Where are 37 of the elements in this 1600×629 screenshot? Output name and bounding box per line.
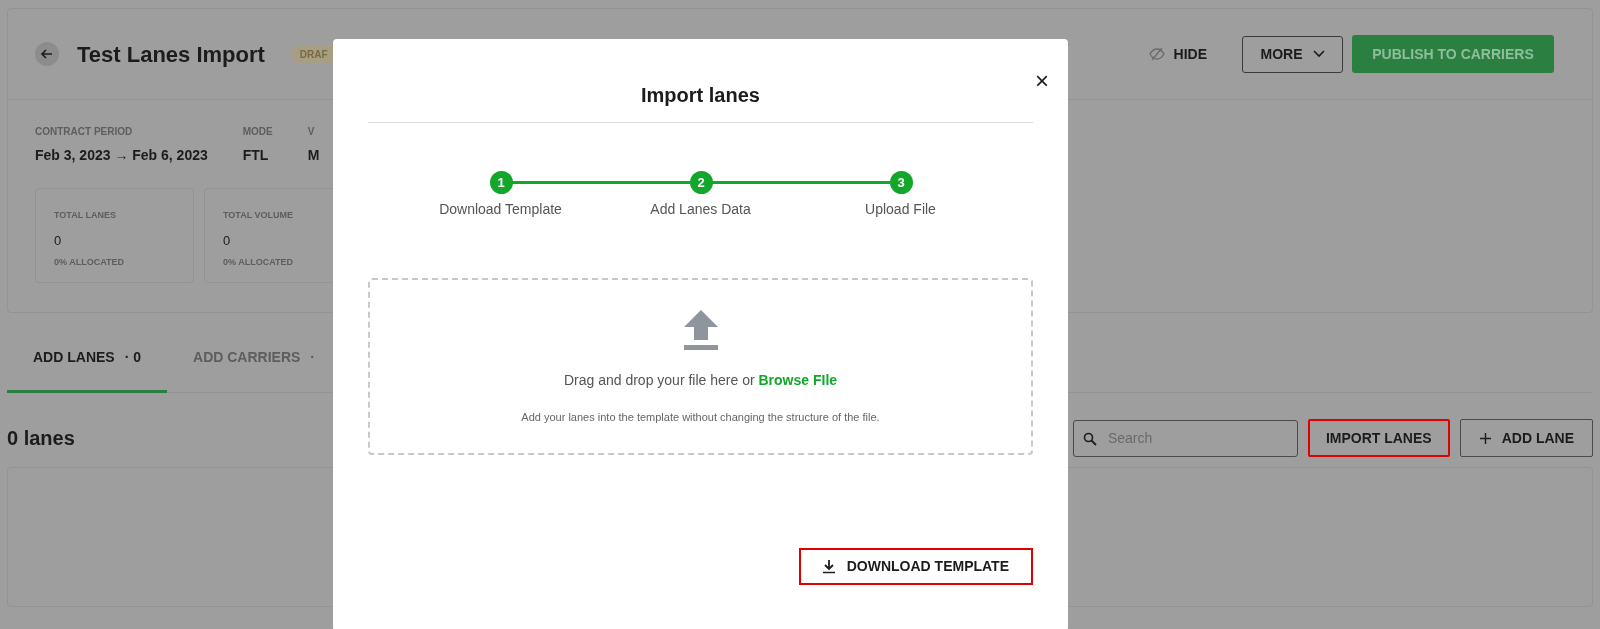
drop-hint: Add your lanes into the template without changing the structure of the file. — [521, 410, 880, 425]
step-label: Add Lanes Data — [649, 200, 752, 219]
detail-label: V — [307, 125, 316, 139]
step-label: Download Template — [438, 200, 563, 219]
stat-value: 0 — [223, 231, 232, 250]
import-lanes-button[interactable]: IMPORT LANES — [1307, 419, 1450, 457]
page-title: Test Lanes Import — [77, 40, 265, 69]
stat-value: 0 — [54, 231, 63, 250]
chevron-down-icon — [1312, 50, 1325, 58]
drop-instruction: Drag and drop your file here or Browse FIle — [563, 371, 838, 390]
stat-label: TOTAL VOLUME — [223, 209, 294, 222]
stat-note: 0% ALLOCATED — [54, 256, 125, 269]
download-icon — [822, 559, 835, 574]
lanes-heading: 0 lanes — [7, 426, 75, 451]
tab[interactable]: ADD LANES · 0 — [7, 325, 167, 393]
search-icon — [1082, 431, 1097, 446]
eye-off-icon — [1148, 47, 1165, 61]
modal-title: Import lanes — [641, 83, 760, 108]
detail-value: M — [307, 146, 320, 165]
back-button[interactable] — [35, 42, 59, 66]
detail-label: MODE — [242, 125, 273, 139]
stat-note: 0% ALLOCATED — [223, 256, 294, 269]
back-arrow-icon — [40, 47, 54, 61]
add-lane-button[interactable]: ADD LANE — [1459, 419, 1593, 457]
plus-icon — [1478, 431, 1492, 445]
more-dropdown[interactable]: MORE — [1242, 35, 1343, 73]
close-button[interactable]: × — [1035, 69, 1049, 93]
detail-label: CONTRACT PERIOD — [35, 125, 134, 139]
detail-value: FTL — [242, 146, 270, 165]
hide-button[interactable]: HIDE — [1148, 43, 1207, 65]
drop-zone[interactable]: Drag and drop your file here or Browse FIle Add your lanes into the template without changing the structure of the file. — [368, 278, 1033, 455]
stat-label: TOTAL LANES — [54, 209, 117, 222]
browse-file-link[interactable]: Browse FIle — [758, 372, 838, 388]
download-template-button[interactable]: DOWNLOAD TEMPLATE — [798, 548, 1033, 585]
upload-icon — [683, 310, 718, 350]
detail-value: Feb 3, 2023 → Feb 6, 2023 — [35, 146, 208, 165]
step-label: Upload File — [864, 200, 937, 219]
